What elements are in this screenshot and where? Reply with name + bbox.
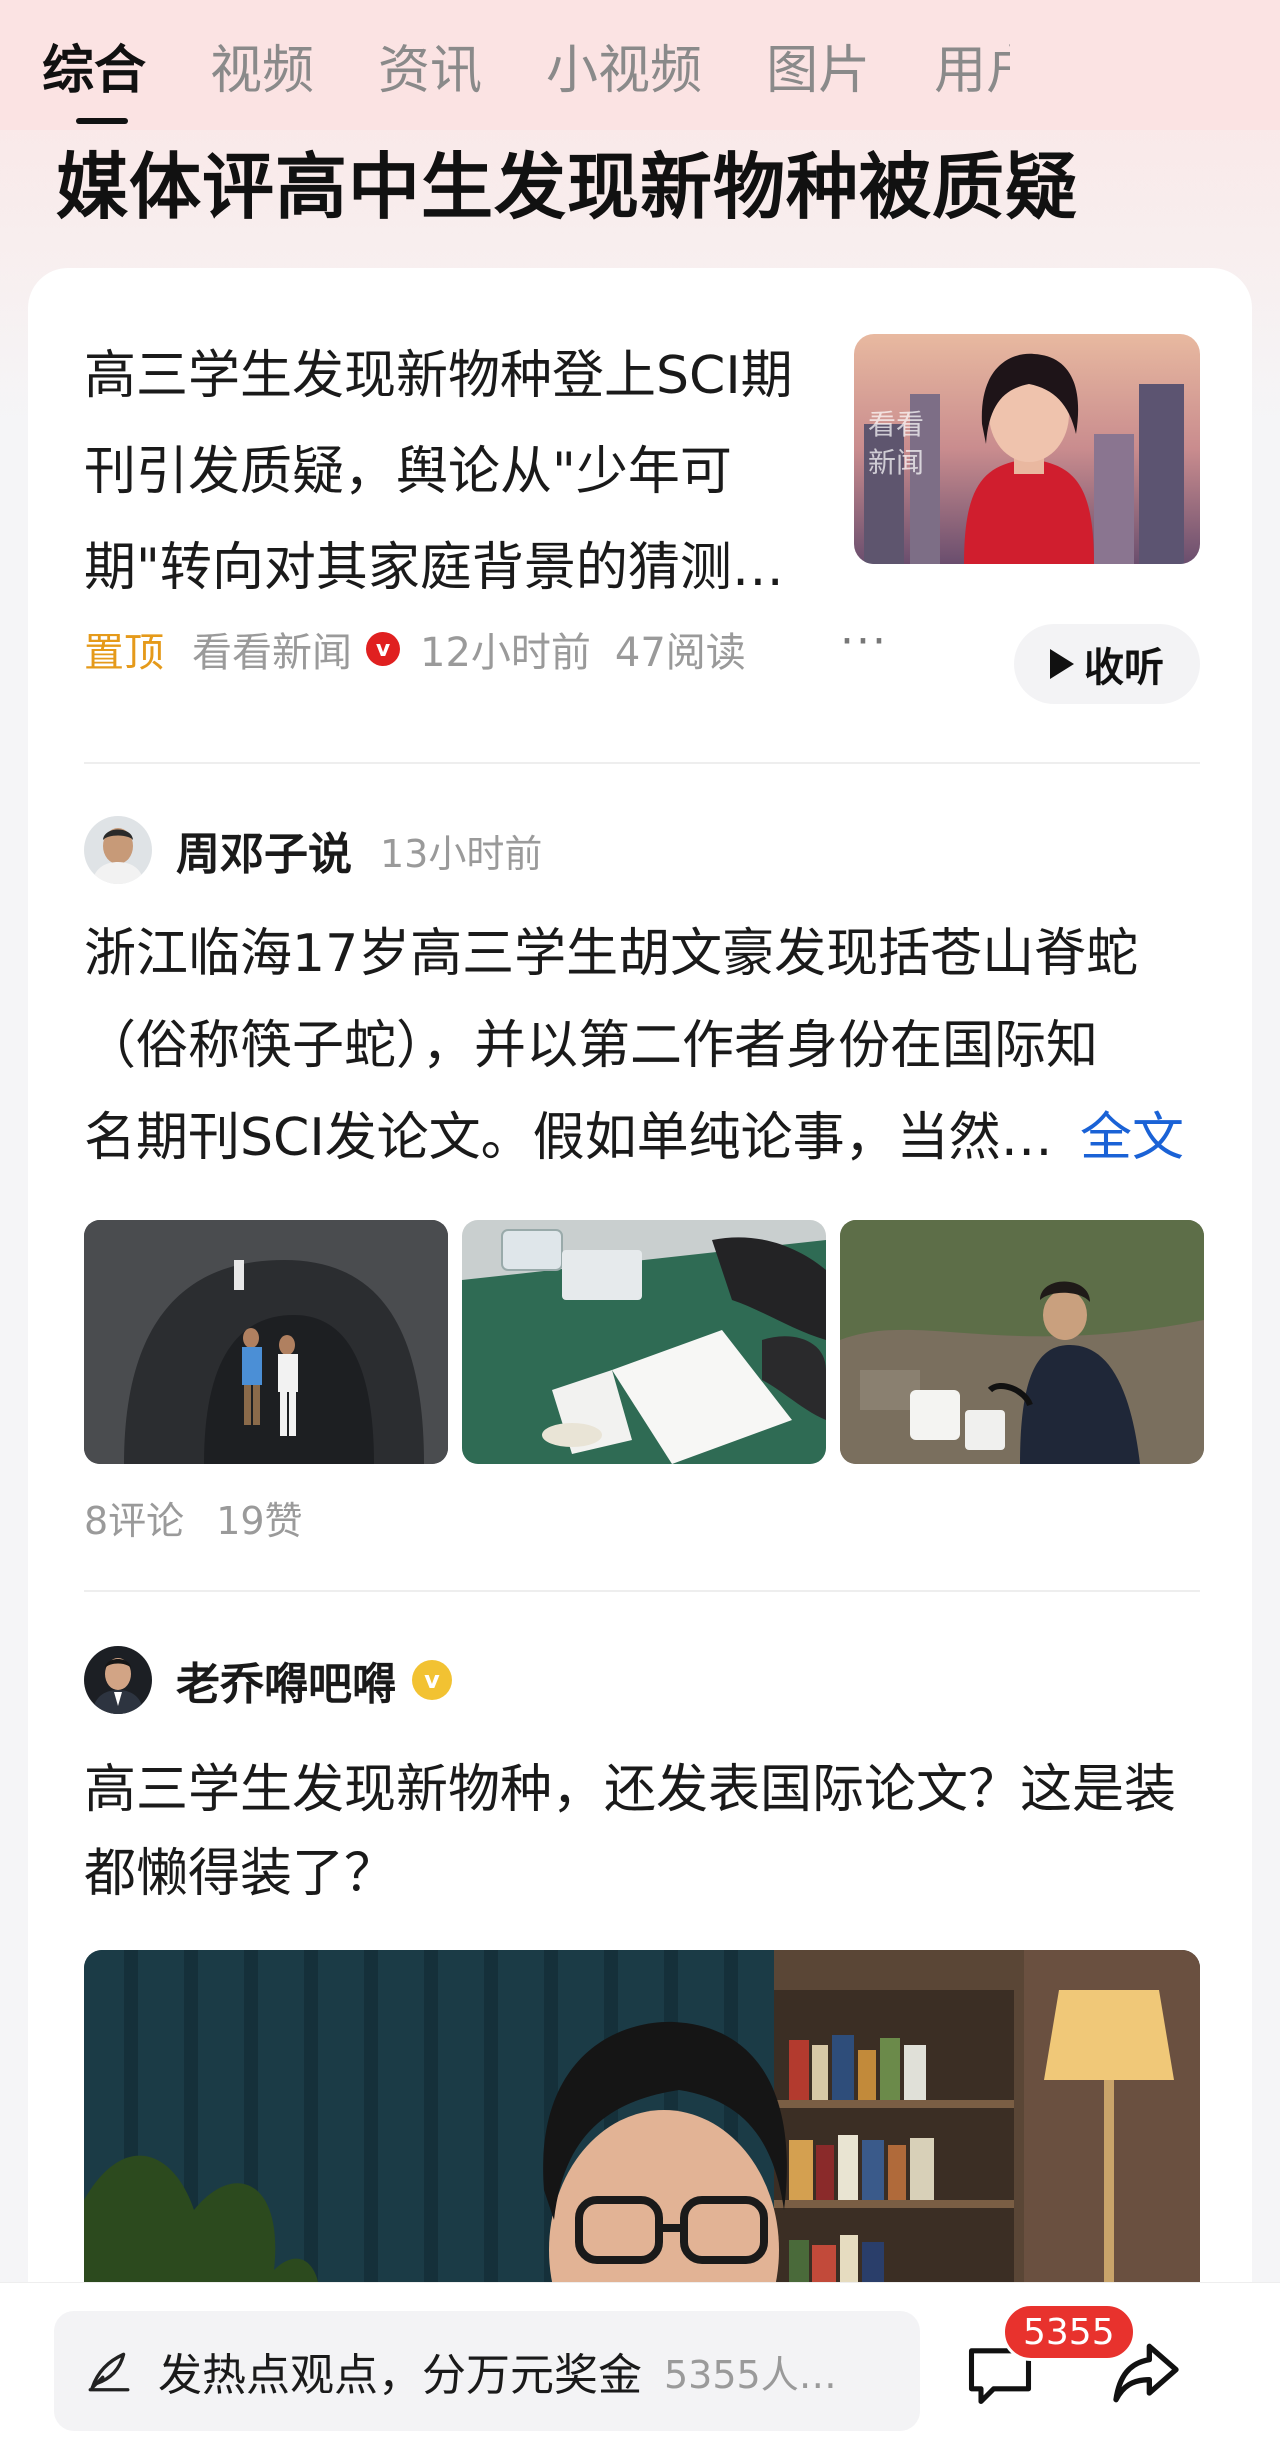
gallery-image-tunnel[interactable]: [84, 1220, 448, 1464]
post-time: 13小时前: [380, 831, 543, 876]
pen-icon: [88, 2352, 130, 2392]
post-header: 周邓子说 13小时前: [84, 816, 542, 884]
tab-news[interactable]: 资讯: [378, 28, 482, 103]
listen-button[interactable]: 收听: [1014, 624, 1200, 704]
category-tabs: 综合 视频 资讯 小视频 图片 用户: [0, 0, 1280, 130]
news-title[interactable]: 高三学生发现新物种登上SCI期刊引发质疑，舆论从"少年可期"转向对其家庭背景的猜…: [84, 328, 804, 616]
divider: [84, 1590, 1200, 1592]
like-count[interactable]: 19赞: [216, 1490, 302, 1545]
news-thumbnail[interactable]: 看看 新闻: [854, 334, 1200, 564]
post-stats: 8评论 19赞: [84, 1490, 303, 1545]
news-source[interactable]: 看看新闻: [192, 620, 352, 678]
news-time: 12小时前: [420, 630, 591, 676]
participant-count: 5355人参与: [664, 2352, 854, 2397]
more-options-icon[interactable]: ···: [840, 616, 888, 667]
news-reads: 47阅读: [614, 630, 746, 676]
gallery-image-forest[interactable]: [840, 1220, 1204, 1464]
listen-label: 收听: [1084, 645, 1164, 691]
avatar[interactable]: [84, 1646, 152, 1714]
comment-input[interactable]: 发热点观点，分万元奖金 5355人参与: [54, 2311, 920, 2431]
pinned-label: 置顶: [84, 630, 164, 676]
topic-title: 媒体评高中生发现新物种被质疑: [56, 145, 1079, 229]
author-name[interactable]: 周邓子说: [176, 818, 352, 882]
author-name[interactable]: 老乔嘚吧嘚: [176, 1648, 396, 1712]
active-tab-indicator: [76, 118, 128, 124]
post-text-line: （俗称筷子蛇），并以第二作者身份在国际知: [84, 1016, 1099, 1076]
verified-icon: v: [366, 632, 400, 666]
results-card: 高三学生发现新物种登上SCI期刊引发质疑，舆论从"少年可期"转向对其家庭背景的猜…: [28, 268, 1252, 2460]
thumbnail-watermark: 看看: [868, 408, 924, 441]
tab-users[interactable]: 用户: [934, 28, 1010, 103]
svg-text:新闻: 新闻: [868, 446, 924, 479]
tab-images[interactable]: 图片: [766, 28, 870, 103]
divider: [84, 762, 1200, 764]
post-text-line: 浙江临海17岁高三学生胡文豪发现括苍山脊蛇: [84, 924, 1139, 984]
play-icon: [1050, 649, 1074, 679]
bottom-action-bar: 发热点观点，分万元奖金 5355人参与 5355: [0, 2282, 1280, 2460]
post-header: 老乔嘚吧嘚 v: [84, 1646, 452, 1714]
tab-comprehensive[interactable]: 综合: [42, 28, 146, 103]
tab-video[interactable]: 视频: [210, 28, 314, 103]
comment-prompt: 发热点观点，分万元奖金: [158, 2350, 642, 2401]
verified-icon: v: [412, 1660, 452, 1700]
news-meta: 置顶 看看新闻 v 12小时前 47阅读: [84, 620, 746, 678]
post-text-line: 名期刊SCI发论文。假如单纯论事，当然是值得: [84, 1108, 1074, 1168]
gallery-image-lab[interactable]: [462, 1220, 826, 1464]
post-text[interactable]: 浙江临海17岁高三学生胡文豪发现括苍山脊蛇 （俗称筷子蛇），并以第二作者身份在国…: [84, 908, 1204, 1184]
avatar[interactable]: [84, 816, 152, 884]
share-icon[interactable]: [1106, 2333, 1186, 2413]
post-text[interactable]: 高三学生发现新物种，还发表国际论文？这是装都懒得装了？: [84, 1748, 1200, 1916]
image-gallery: [84, 1220, 1204, 1464]
tab-short-video[interactable]: 小视频: [546, 28, 702, 103]
full-text-link[interactable]: 全文: [1080, 1092, 1184, 1184]
comment-count[interactable]: 8评论: [84, 1490, 184, 1545]
